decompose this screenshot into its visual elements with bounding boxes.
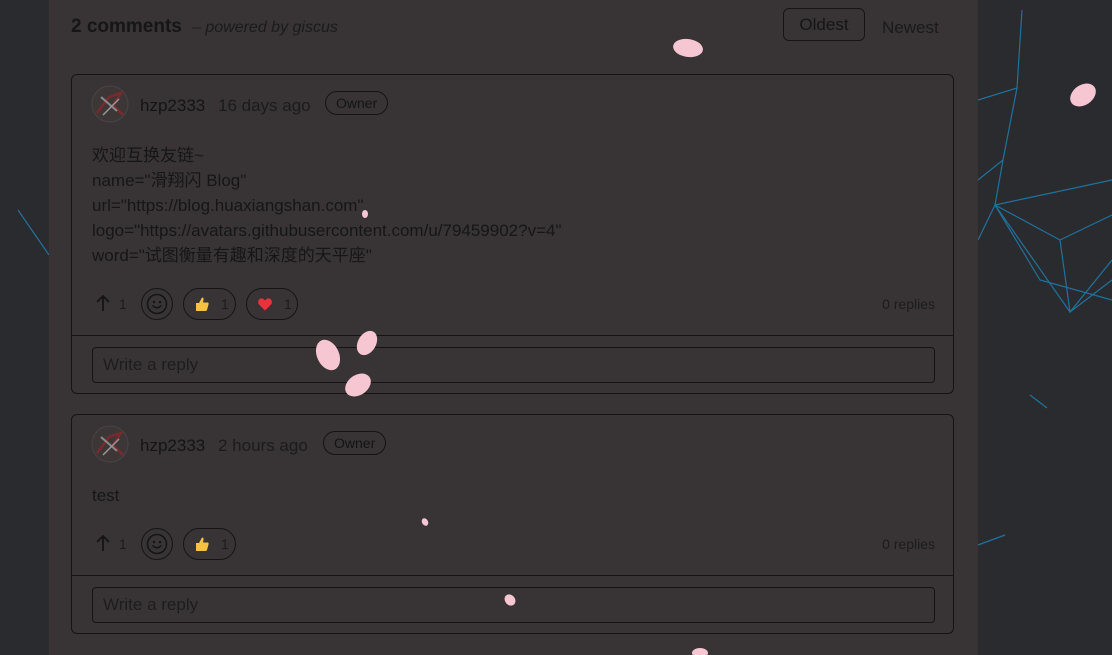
reply-input[interactable] <box>92 587 935 623</box>
comment-card: hzp2333 2 hours ago Owner test 1 1 0 rep… <box>71 414 954 634</box>
page: 2 comments – powered by giscus Oldest Ne… <box>0 0 1112 655</box>
reaction-count: 1 <box>221 296 229 312</box>
arrow-up-icon <box>96 534 110 551</box>
comments-panel: 2 comments – powered by giscus Oldest Ne… <box>49 0 978 655</box>
comment-author[interactable]: hzp2333 <box>140 436 205 456</box>
arrow-up-icon <box>96 294 110 311</box>
thumbs-up-icon <box>196 297 209 311</box>
sort-oldest-button[interactable]: Oldest <box>783 8 865 41</box>
reply-input[interactable] <box>92 347 935 383</box>
replies-count: 0 replies <box>882 296 935 312</box>
avatar[interactable] <box>91 425 129 463</box>
comment-count: 2 comments <box>71 16 182 37</box>
divider <box>72 335 953 336</box>
upvote-button[interactable]: 1 <box>92 294 132 314</box>
comment-body: 欢迎互换友链~ name="滑翔闪 Blog" url="https://blo… <box>92 146 562 265</box>
reaction-thumbs-up[interactable]: 1 <box>183 528 236 560</box>
upvote-count: 1 <box>119 536 127 552</box>
add-reaction-button[interactable] <box>141 528 173 560</box>
smiley-icon <box>146 293 168 315</box>
reaction-thumbs-up[interactable]: 1 <box>183 288 236 320</box>
heart-icon <box>258 298 272 311</box>
comment-timestamp[interactable]: 16 days ago <box>218 96 311 116</box>
comment-body: test <box>92 486 120 505</box>
comment-author[interactable]: hzp2333 <box>140 96 205 116</box>
reactions-row: 1 1 0 replies <box>92 527 935 561</box>
comments-header: 2 comments – powered by giscus Oldest Ne… <box>71 8 941 42</box>
powered-by-label[interactable]: – powered by giscus <box>192 19 338 37</box>
comment-card: hzp2333 16 days ago Owner 欢迎互换友链~ name="… <box>71 74 954 394</box>
owner-badge: Owner <box>325 91 389 115</box>
reaction-count: 1 <box>221 536 229 552</box>
owner-badge: Owner <box>323 431 387 455</box>
replies-count: 0 replies <box>882 536 935 552</box>
thumbs-up-icon <box>196 537 209 551</box>
smiley-icon <box>146 533 168 555</box>
divider <box>72 575 953 576</box>
sort-newest-button[interactable]: Newest <box>882 18 939 38</box>
add-reaction-button[interactable] <box>141 288 173 320</box>
upvote-count: 1 <box>119 296 127 312</box>
upvote-button[interactable]: 1 <box>92 534 132 554</box>
reaction-heart[interactable]: 1 <box>246 288 298 320</box>
comment-timestamp[interactable]: 2 hours ago <box>218 436 308 456</box>
avatar[interactable] <box>91 85 129 123</box>
reactions-row: 1 1 1 0 replies <box>92 287 935 321</box>
reaction-count: 1 <box>284 296 292 312</box>
